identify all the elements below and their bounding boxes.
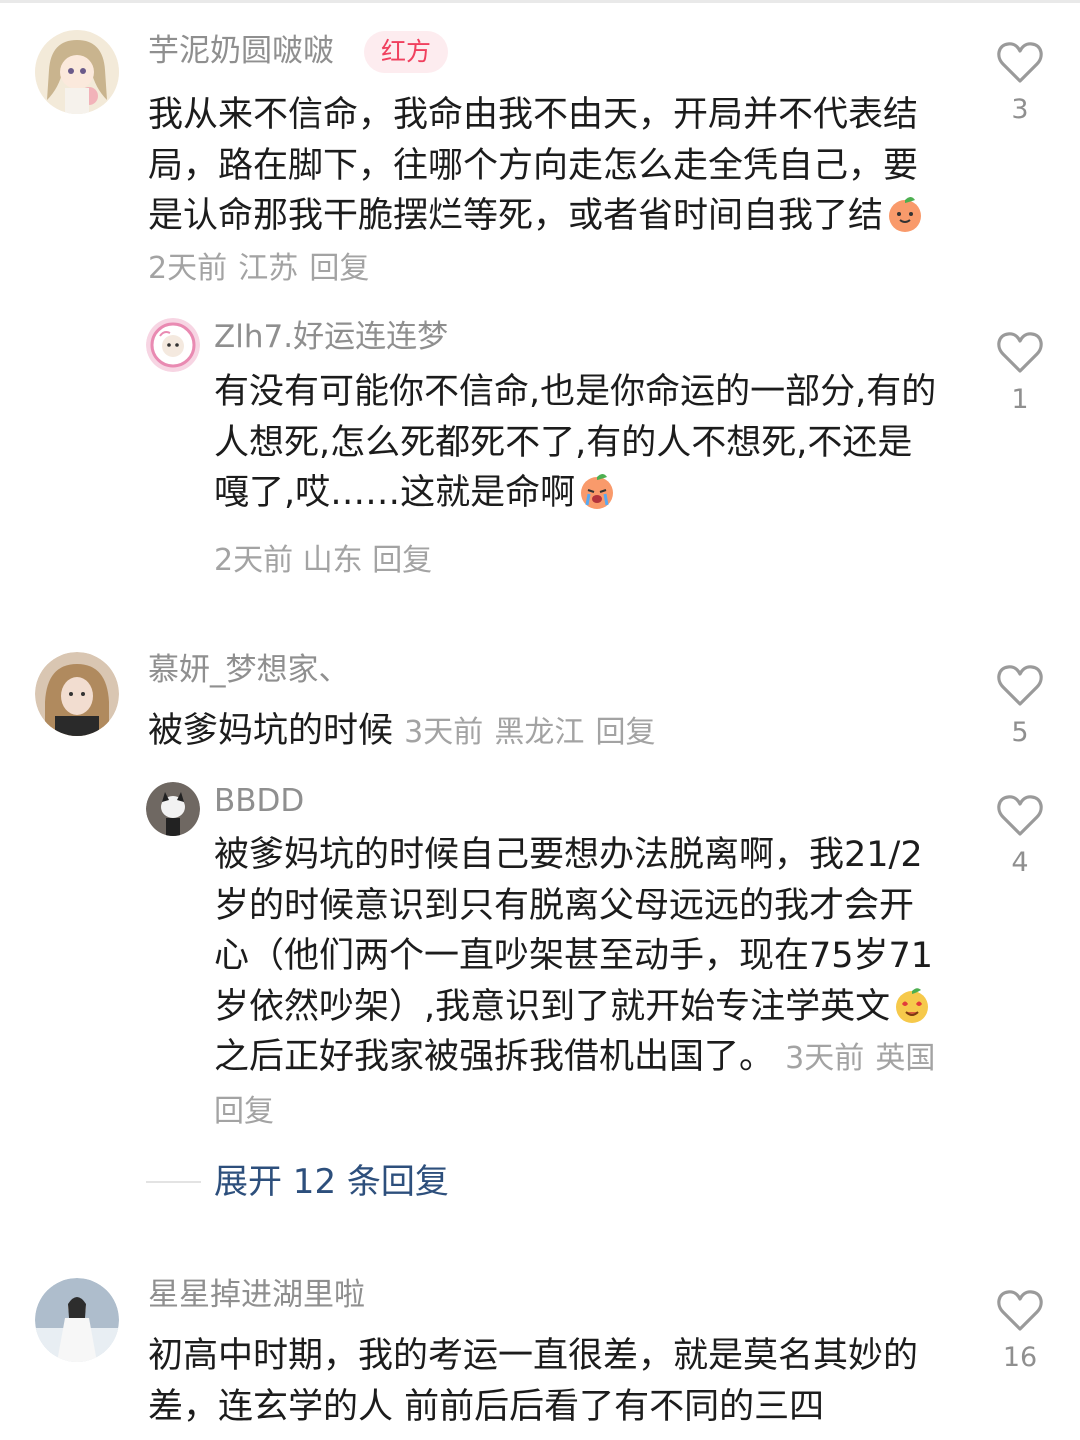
reply-button[interactable]: 回复 <box>596 715 656 750</box>
avatar[interactable] <box>35 1278 119 1362</box>
peach-smile-emoji <box>889 197 922 232</box>
avatar[interactable] <box>35 652 119 736</box>
heart-icon <box>997 332 1043 373</box>
username[interactable]: Zlh7.好运连连梦 <box>214 322 448 353</box>
reply-button[interactable]: 回复 <box>214 1094 274 1129</box>
camp-badge: 红方 <box>364 31 448 73</box>
avatar[interactable] <box>35 30 119 114</box>
comment-text: 我从来不信命，我命由我不由天，开局并不代表结局，路在脚下，往哪个方向走怎么走全凭… <box>148 90 938 294</box>
comment-meta: 2天前 山东 回复 <box>214 535 432 579</box>
reply-button[interactable]: 回复 <box>372 543 432 578</box>
heart-icon <box>997 795 1043 836</box>
comment-time: 3天前 <box>404 715 484 750</box>
like-count: 4 <box>1011 847 1029 878</box>
like-count: 5 <box>1011 717 1029 748</box>
comment-text: 有没有可能你不信命,也是你命运的一部分,有的人想死,怎么死都死不了,有的人不想死… <box>214 372 937 513</box>
username[interactable]: 芋泥奶圆啵啵 <box>148 36 334 67</box>
like-button[interactable]: 5 <box>990 663 1050 746</box>
expand-replies-button[interactable]: 展开 12 条回复 <box>214 1160 449 1204</box>
avatar[interactable] <box>146 782 200 836</box>
reply-button[interactable]: 回复 <box>309 251 369 286</box>
avatar[interactable] <box>146 318 200 372</box>
comment-location: 江苏 <box>238 250 299 286</box>
username[interactable]: BBDD <box>214 786 304 817</box>
comment-text: 被爹妈坑的时候 3天前 黑龙江 回复 <box>148 711 656 751</box>
like-button[interactable]: 1 <box>990 330 1050 413</box>
like-button[interactable]: 4 <box>990 793 1050 876</box>
expand-divider <box>146 1181 201 1183</box>
like-count: 1 <box>1011 384 1029 415</box>
like-button[interactable]: 16 <box>990 1288 1050 1371</box>
comment-time: 3天前 <box>785 1041 865 1076</box>
username[interactable]: 星星掉进湖里啦 <box>148 1280 365 1311</box>
comment-time: 2天前 <box>148 250 228 286</box>
like-count: 16 <box>1002 1342 1038 1373</box>
comment-location: 山东 <box>302 543 363 578</box>
top-divider <box>0 0 1080 3</box>
comment-text: 初高中时期，我的考运一直很差，就是莫名其妙的差，连玄学的人 前前后后看了有不同的… <box>148 1336 919 1427</box>
like-count: 3 <box>1011 94 1029 125</box>
comment-location: 黑龙江 <box>494 715 585 750</box>
like-button[interactable]: 3 <box>990 40 1050 123</box>
comment-location: 英国 <box>875 1041 936 1076</box>
heart-icon <box>997 42 1043 83</box>
username[interactable]: 慕妍_梦想家、 <box>148 655 350 686</box>
heart-eyes-emoji <box>896 987 929 1023</box>
heart-icon <box>997 665 1043 706</box>
comment-time: 2天前 <box>214 543 294 578</box>
peach-cry-emoji <box>581 474 614 509</box>
comment-text: 被爹妈坑的时候自己要想办法脱离啊，我21/2岁的时候意识到只有脱离父母远远的我才… <box>214 835 936 1129</box>
heart-icon <box>997 1290 1043 1331</box>
